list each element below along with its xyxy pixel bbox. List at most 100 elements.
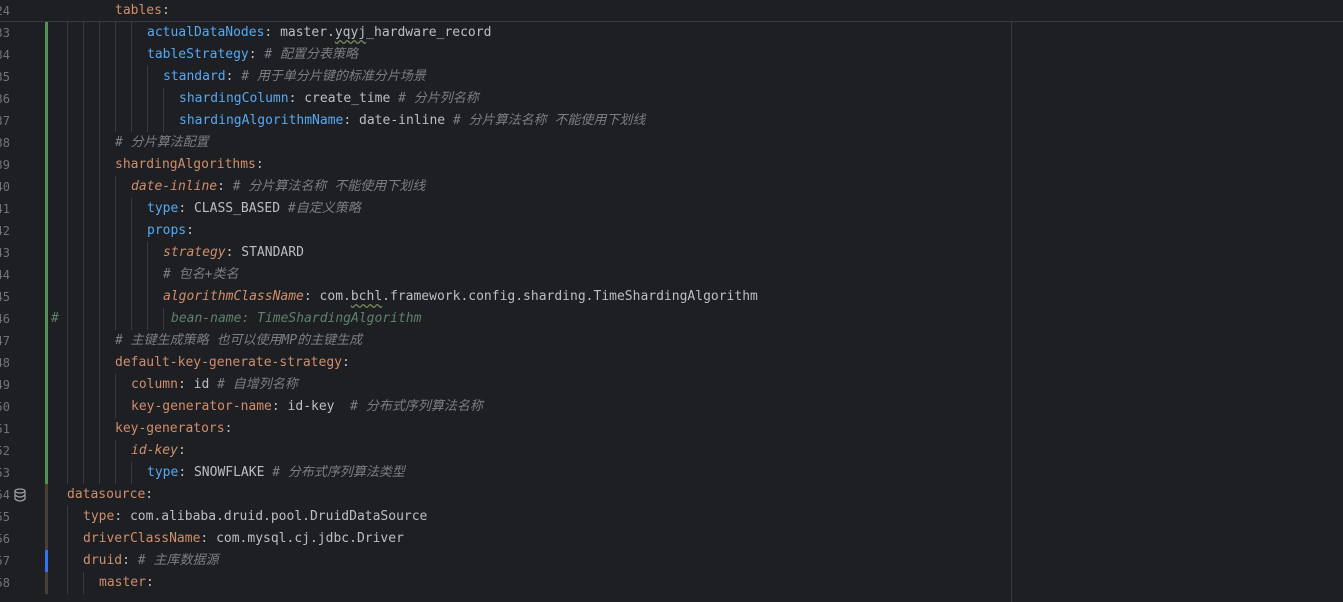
code-line[interactable]: 47 # 主键生成策略 也可以使用MP的主键生成 (0, 330, 1343, 352)
code-text[interactable]: type: CLASS_BASED #自定义策略 (147, 198, 361, 220)
code-line[interactable]: 45 algorithmClassName: com.bchl.framework… (0, 286, 1343, 308)
code-line[interactable]: 44 # 包名+类名 (0, 264, 1343, 286)
line-number[interactable]: 53 (0, 462, 10, 484)
code-line[interactable]: 24 tables: (0, 0, 1343, 22)
code-line[interactable]: 55 type: com.alibaba.druid.pool.DruidData… (0, 506, 1343, 528)
database-icon[interactable] (14, 488, 26, 502)
code-line[interactable]: 56 driverClassName: com.mysql.cj.jdbc.Dri… (0, 528, 1343, 550)
code-text[interactable]: type: com.alibaba.druid.pool.DruidDataSo… (83, 506, 427, 528)
code-text[interactable]: shardingAlgorithms: (115, 154, 264, 176)
added-change-marker[interactable] (45, 22, 48, 44)
added-change-marker[interactable] (45, 220, 48, 242)
added-change-marker[interactable] (45, 396, 48, 418)
line-number[interactable]: 24 (0, 0, 10, 22)
code-text[interactable]: id-key: (131, 440, 186, 462)
line-number[interactable]: 42 (0, 220, 10, 242)
line-number[interactable]: 37 (0, 110, 10, 132)
code-line[interactable]: 33 actualDataNodes: master.yqyj_hardware_… (0, 22, 1343, 44)
line-number[interactable]: 35 (0, 66, 10, 88)
code-line[interactable]: 34 tableStrategy: # 配置分表策略 (0, 44, 1343, 66)
added-change-marker[interactable] (45, 132, 48, 154)
code-line[interactable]: 54 datasource: (0, 484, 1343, 506)
line-number[interactable]: 57 (0, 550, 10, 572)
added-change-marker[interactable] (45, 418, 48, 440)
code-text[interactable]: # 主键生成策略 也可以使用MP的主键生成 (115, 330, 362, 352)
code-line[interactable]: 43 strategy: STANDARD (0, 242, 1343, 264)
line-number[interactable]: 40 (0, 176, 10, 198)
code-line[interactable]: 51 key-generators: (0, 418, 1343, 440)
line-number[interactable]: 34 (0, 44, 10, 66)
added-change-marker[interactable] (45, 440, 48, 462)
line-number[interactable]: 48 (0, 352, 10, 374)
code-text[interactable]: column: id # 自增列名称 (131, 374, 298, 396)
code-line[interactable]: 37 shardingAlgorithmName: date-inline # 分… (0, 110, 1343, 132)
unchanged-change-marker[interactable] (45, 572, 48, 594)
line-number[interactable]: 44 (0, 264, 10, 286)
code-text[interactable]: driverClassName: com.mysql.cj.jdbc.Drive… (83, 528, 404, 550)
code-line[interactable]: 38 # 分片算法配置 (0, 132, 1343, 154)
code-line[interactable]: 41 type: CLASS_BASED #自定义策略 (0, 198, 1343, 220)
code-text[interactable]: actualDataNodes: master.yqyj_hardware_re… (147, 22, 491, 44)
code-editor[interactable]: 24 tables: 33 actualDataNodes: master.yqyj_… (0, 0, 1343, 602)
code-line[interactable]: 48 default-key-generate-strategy: (0, 352, 1343, 374)
line-number[interactable]: 41 (0, 198, 10, 220)
added-change-marker[interactable] (45, 308, 48, 330)
code-text[interactable]: date-inline: # 分片算法名称 不能使用下划线 (131, 176, 425, 198)
added-change-marker[interactable] (45, 330, 48, 352)
code-line[interactable]: 46 # bean-name: TimeShardingAlgorithm (0, 308, 1343, 330)
added-change-marker[interactable] (45, 374, 48, 396)
code-line[interactable]: 53 type: SNOWFLAKE # 分布式序列算法类型 (0, 462, 1343, 484)
line-number[interactable]: 56 (0, 528, 10, 550)
line-number[interactable]: 33 (0, 22, 10, 44)
unchanged-change-marker[interactable] (45, 506, 48, 528)
line-number[interactable]: 36 (0, 88, 10, 110)
line-number[interactable]: 39 (0, 154, 10, 176)
code-text[interactable]: datasource: (67, 484, 153, 506)
added-change-marker[interactable] (45, 88, 48, 110)
code-line[interactable]: 50 key-generator-name: id-key # 分布式序列算法名称 (0, 396, 1343, 418)
code-text[interactable]: key-generators: (115, 418, 232, 440)
line-number[interactable]: 50 (0, 396, 10, 418)
code-text[interactable]: strategy: STANDARD (163, 242, 304, 264)
code-text[interactable]: druid: # 主库数据源 (83, 550, 218, 572)
line-number[interactable]: 51 (0, 418, 10, 440)
added-change-marker[interactable] (45, 462, 48, 484)
unchanged-change-marker[interactable] (45, 484, 48, 506)
added-change-marker[interactable] (45, 176, 48, 198)
line-number[interactable]: 46 (0, 308, 10, 330)
code-text[interactable]: master: (99, 572, 154, 594)
added-change-marker[interactable] (45, 286, 48, 308)
code-line[interactable]: 40 date-inline: # 分片算法名称 不能使用下划线 (0, 176, 1343, 198)
added-change-marker[interactable] (45, 44, 48, 66)
code-line[interactable]: 39 shardingAlgorithms: (0, 154, 1343, 176)
added-change-marker[interactable] (45, 198, 48, 220)
added-change-marker[interactable] (45, 352, 48, 374)
code-text[interactable]: default-key-generate-strategy: (115, 352, 350, 374)
line-number[interactable]: 52 (0, 440, 10, 462)
modified-change-marker[interactable] (45, 550, 48, 572)
line-number[interactable]: 43 (0, 242, 10, 264)
line-number[interactable]: 55 (0, 506, 10, 528)
code-text[interactable]: props: (147, 220, 194, 242)
code-text[interactable]: type: SNOWFLAKE # 分布式序列算法类型 (147, 462, 405, 484)
code-text[interactable]: shardingColumn: create_time # 分片列名称 (179, 88, 479, 110)
line-number[interactable]: 38 (0, 132, 10, 154)
code-text[interactable]: # 分片算法配置 (115, 132, 209, 154)
added-change-marker[interactable] (45, 264, 48, 286)
code-text[interactable]: key-generator-name: id-key # 分布式序列算法名称 (131, 396, 483, 418)
code-text[interactable]: algorithmClassName: com.bchl.framework.c… (163, 286, 758, 308)
code-line[interactable]: 49 column: id # 自增列名称 (0, 374, 1343, 396)
code-line[interactable]: 36 shardingColumn: create_time # 分片列名称 (0, 88, 1343, 110)
line-number[interactable]: 54 (0, 484, 10, 506)
code-text[interactable]: tables: (115, 0, 170, 22)
code-text[interactable]: tableStrategy: # 配置分表策略 (147, 44, 358, 66)
line-number[interactable]: 45 (0, 286, 10, 308)
line-number[interactable]: 58 (0, 572, 10, 594)
added-change-marker[interactable] (45, 110, 48, 132)
code-text[interactable]: bean-name: TimeShardingAlgorithm (171, 308, 421, 330)
unchanged-change-marker[interactable] (45, 528, 48, 550)
added-change-marker[interactable] (45, 66, 48, 88)
code-line[interactable]: 42 props: (0, 220, 1343, 242)
added-change-marker[interactable] (45, 154, 48, 176)
code-text[interactable]: shardingAlgorithmName: date-inline # 分片算… (179, 110, 645, 132)
